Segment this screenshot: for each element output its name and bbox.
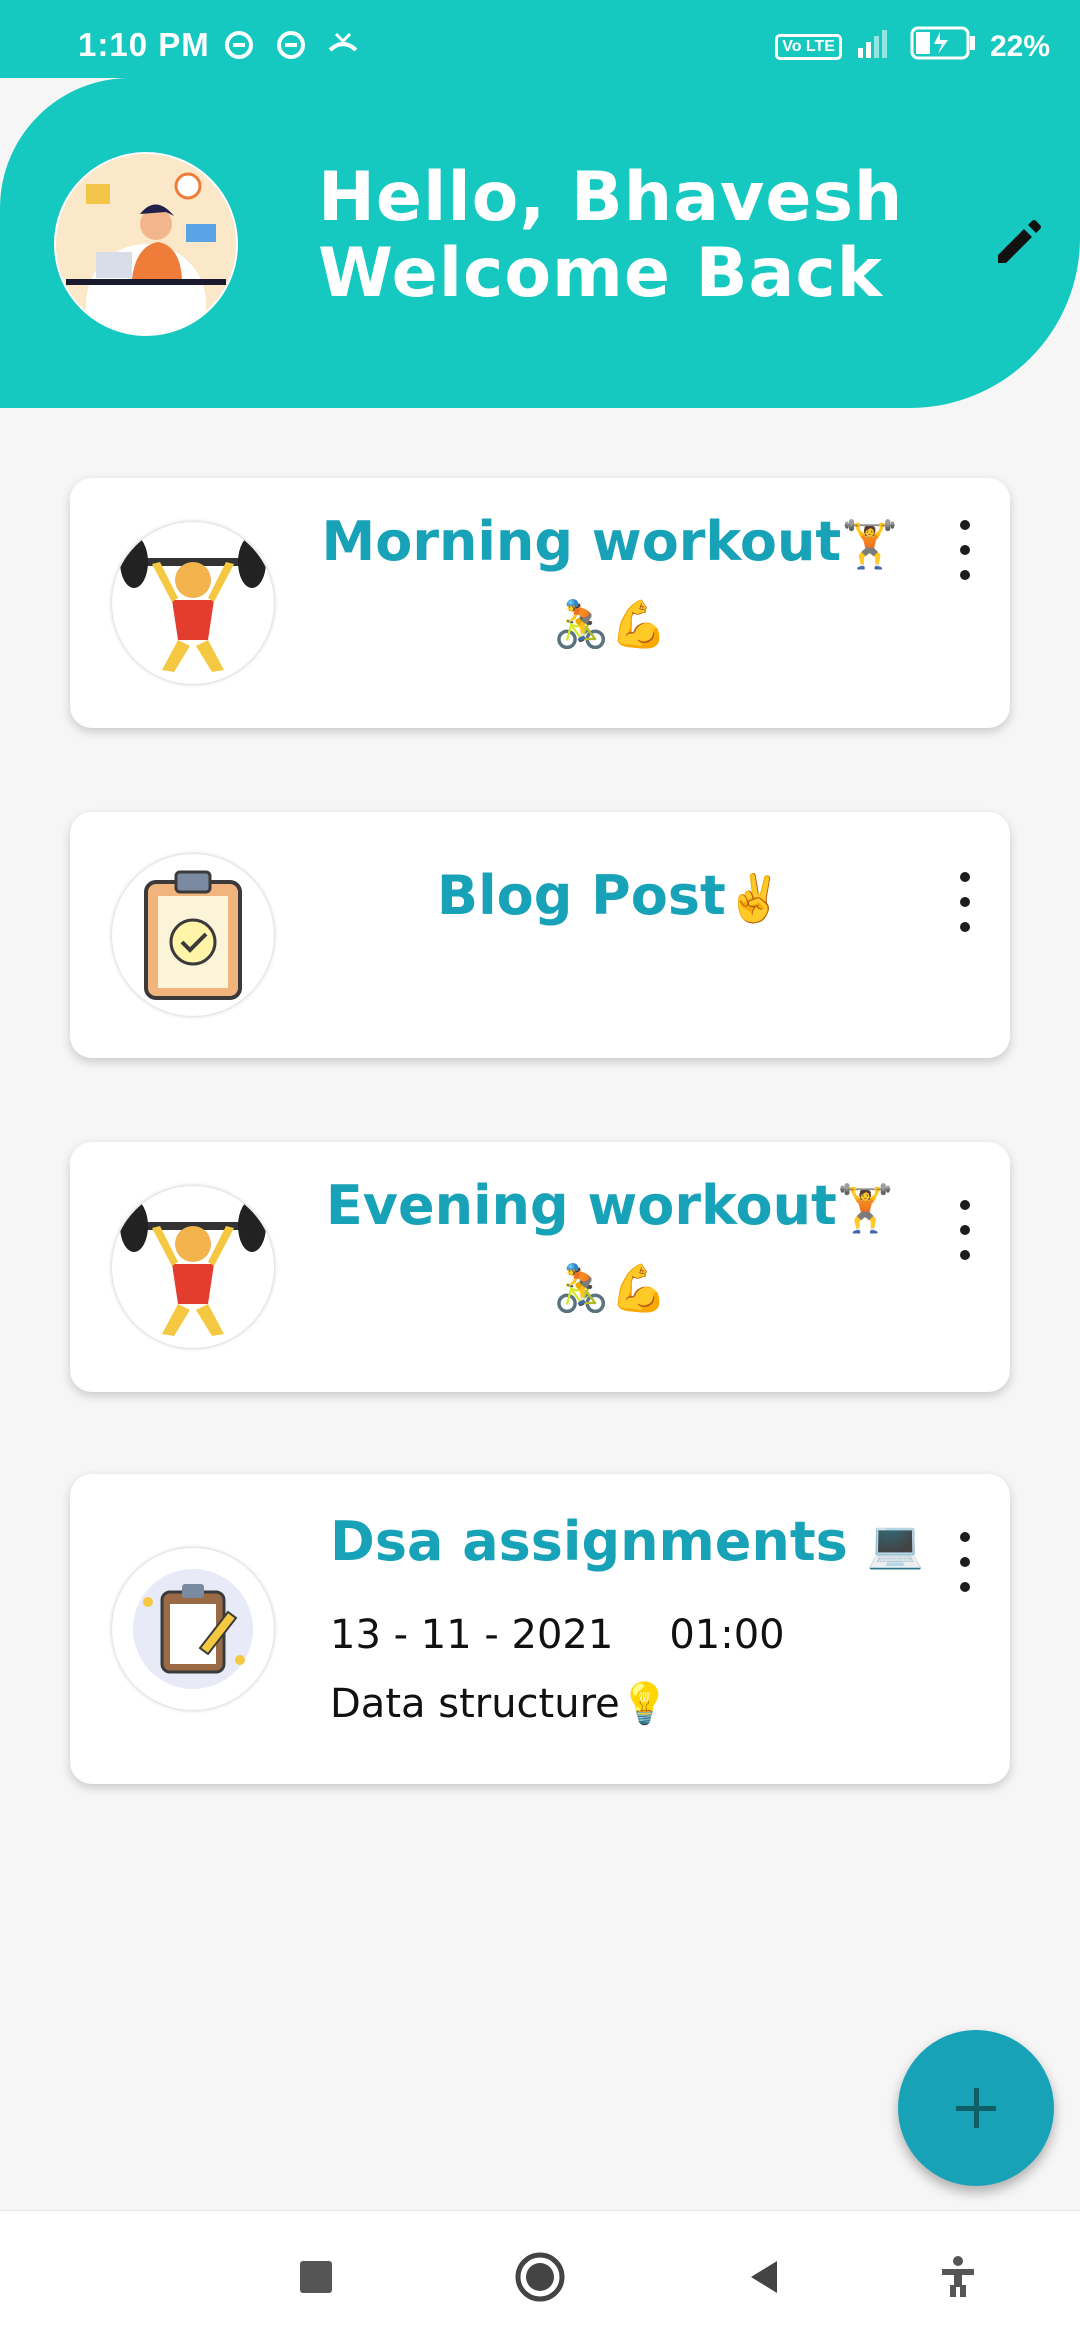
status-right: Vo LTE 22% — [775, 26, 1050, 68]
recents-square-icon[interactable] — [288, 2249, 344, 2305]
status-time: 1:10 PM — [78, 26, 210, 63]
home-circle-icon[interactable] — [512, 2249, 568, 2305]
card-title: Dsa assignments 💻 — [330, 1502, 930, 1584]
more-options-icon[interactable] — [950, 1200, 980, 1260]
missed-call-icon — [326, 28, 360, 62]
task-card[interactable]: Dsa assignments 💻 13 - 11 - 2021 01:00 Da… — [70, 1474, 1010, 1784]
card-datetime: 13 - 11 - 2021 01:00 — [330, 1612, 785, 1658]
card-extra-emojis: 🚴💪 — [552, 1261, 668, 1315]
add-task-button[interactable] — [898, 2030, 1054, 2186]
task-card[interactable]: Morning workout🏋️ 🚴💪 — [70, 478, 1010, 728]
task-card[interactable]: Evening workout🏋️ 🚴💪 — [70, 1142, 1010, 1392]
pencil-icon[interactable] — [990, 215, 1046, 271]
card-title: Morning workout🏋️ 🚴💪 — [310, 502, 910, 664]
card-title: Blog Post✌️ — [310, 856, 910, 938]
back-triangle-icon[interactable] — [735, 2249, 791, 2305]
clipboard-check-icon — [112, 854, 274, 1016]
card-title-emoji: 🏋️ — [841, 517, 899, 571]
card-title-text: Morning workout — [321, 510, 842, 573]
card-date: 13 - 11 - 2021 — [330, 1612, 614, 1658]
sync-icon — [222, 28, 256, 62]
weightlifter-icon — [112, 522, 274, 684]
clipboard-pencil-icon — [112, 1548, 274, 1710]
status-notification-icons — [222, 28, 360, 62]
card-description-emoji: 💡 — [619, 1681, 670, 1727]
volte-icon: Vo LTE — [775, 34, 842, 60]
card-description-text: Data structure — [330, 1681, 620, 1727]
task-card[interactable]: Blog Post✌️ — [70, 812, 1010, 1058]
card-title-emoji: ✌️ — [725, 871, 784, 925]
signal-icon — [856, 28, 896, 66]
profile-avatar[interactable] — [54, 152, 238, 336]
sync-icon-2 — [274, 28, 308, 62]
card-title-text: Dsa assignments — [330, 1510, 848, 1573]
more-options-icon[interactable] — [950, 1532, 980, 1592]
status-bar: 1:10 PM Vo LTE 22% — [0, 0, 1080, 96]
card-title-text: Evening workout — [325, 1174, 837, 1237]
card-title-text: Blog Post — [436, 864, 726, 927]
card-title-emoji: 💻 — [866, 1517, 924, 1571]
more-options-icon[interactable] — [950, 520, 980, 580]
card-extra-emojis: 🚴💪 — [552, 597, 668, 651]
greeting-line-1: Hello, Bhavesh — [318, 158, 904, 237]
card-title-emoji: 🏋️ — [836, 1181, 895, 1235]
greeting: Hello, Bhavesh Welcome Back — [318, 160, 903, 312]
battery-percent: 22% — [989, 30, 1050, 63]
more-options-icon[interactable] — [950, 872, 980, 932]
greeting-line-2: Welcome Back — [318, 234, 883, 313]
system-nav-bar — [0, 2210, 1080, 2341]
accessibility-icon[interactable] — [930, 2249, 986, 2305]
weightlifter-icon — [112, 1186, 274, 1348]
battery-icon — [910, 26, 976, 68]
card-description: Data structure💡 — [330, 1680, 670, 1727]
card-time: 01:00 — [669, 1612, 785, 1658]
plus-icon — [956, 2088, 996, 2128]
card-title: Evening workout🏋️ 🚴💪 — [310, 1166, 910, 1328]
